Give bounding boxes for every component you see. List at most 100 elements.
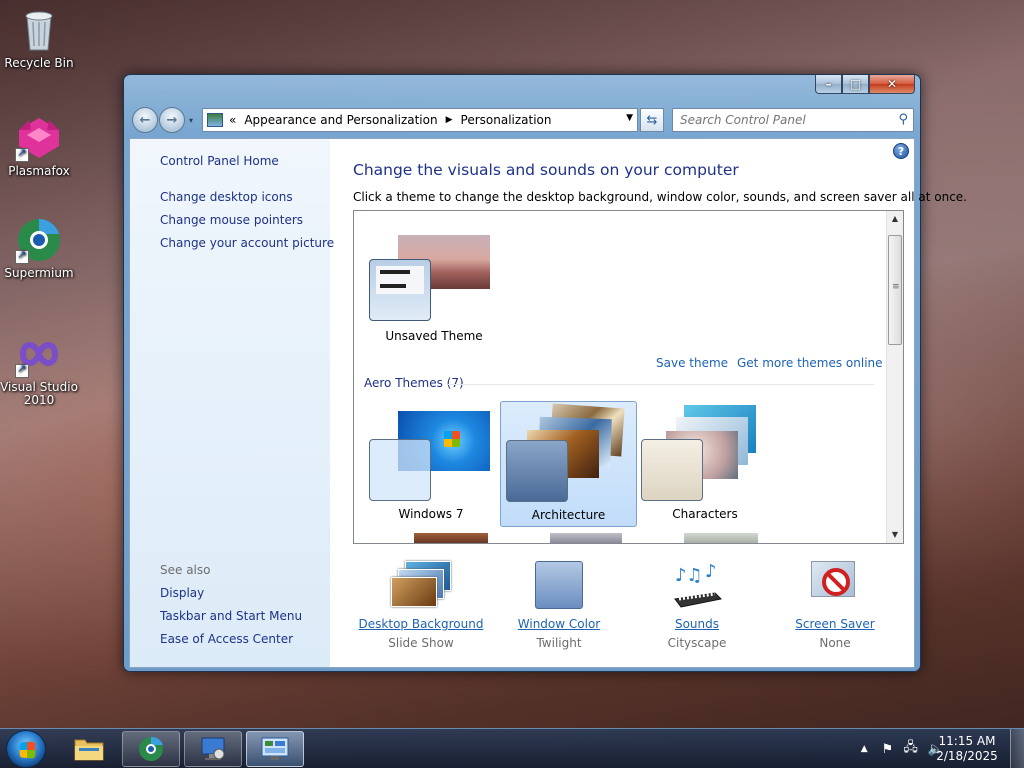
scroll-down-icon[interactable]: ▼ xyxy=(887,527,903,543)
breadcrumb-separator-icon[interactable]: ▶ xyxy=(446,115,453,125)
shortcut-arrow-icon xyxy=(15,362,29,378)
content-area: Control Panel Home Change desktop icons … xyxy=(129,138,967,668)
minimize-button[interactable]: – xyxy=(815,75,842,94)
change-mouse-pointers-link[interactable]: Change mouse pointers xyxy=(160,213,303,227)
theme-list: Unsaved Theme Save theme Get more themes… xyxy=(353,210,904,544)
sounds-item[interactable]: ♪♫ ♪ Sounds Cityscape xyxy=(627,559,767,650)
theme-thumbnail-partial[interactable] xyxy=(414,533,488,543)
desktop-icon-visual-studio[interactable]: Visual Studio 2010 xyxy=(0,330,78,407)
screen-saver-icon xyxy=(805,559,865,611)
network-icon[interactable]: 🖧 xyxy=(903,738,918,760)
ease-of-access-link[interactable]: Ease of Access Center xyxy=(160,632,293,646)
action-center-flag-icon[interactable]: ⚑ xyxy=(882,742,894,757)
forward-arrow-icon: → xyxy=(166,112,178,128)
desktop-icon-supermium[interactable]: Supermium xyxy=(0,216,78,280)
forward-button[interactable]: → xyxy=(159,107,185,133)
show-hidden-icons-icon[interactable]: ▲ xyxy=(861,744,868,754)
control-panel-icon xyxy=(207,113,223,127)
system-clock[interactable]: 11:15 AM 2/18/2025 xyxy=(932,734,1002,764)
theme-windows-7[interactable]: Windows 7 xyxy=(364,403,498,525)
refresh-button[interactable]: ⇆ xyxy=(640,108,664,132)
window-color-swatch xyxy=(369,439,431,501)
taskbar-explorer-button[interactable] xyxy=(66,731,112,767)
back-button[interactable]: ← xyxy=(132,107,158,133)
theme-name: Characters xyxy=(672,507,738,521)
desktop-icon-plasmafox[interactable]: Plasmafox xyxy=(0,114,78,178)
address-bar[interactable]: « Appearance and Personalization ▶ Perso… xyxy=(202,108,638,132)
window-color-swatch xyxy=(369,259,431,321)
screen-saver-item[interactable]: Screen Saver None xyxy=(765,559,905,650)
change-account-picture-link[interactable]: Change your account picture xyxy=(160,236,334,250)
svg-text:♪: ♪ xyxy=(705,561,717,582)
window-color-item[interactable]: Window Color Twilight xyxy=(489,559,629,650)
vertical-scrollbar[interactable]: ▲ ▼ xyxy=(886,211,903,543)
desktop-icon-label: Recycle Bin xyxy=(4,56,74,70)
theme-thumbnail-partial[interactable] xyxy=(684,533,758,543)
taskbar-supermium-button[interactable] xyxy=(122,731,180,767)
maximize-button[interactable]: □ xyxy=(842,75,869,94)
desktop-background-value: Slide Show xyxy=(388,636,454,650)
desktop-icon-label: Supermium xyxy=(4,266,74,280)
window-color-link[interactable]: Window Color xyxy=(489,617,629,631)
control-panel-home-link[interactable]: Control Panel Home xyxy=(160,154,279,168)
close-button[interactable]: ✕ xyxy=(869,75,915,94)
close-icon: ✕ xyxy=(886,77,898,91)
control-panel-icon xyxy=(261,737,289,760)
window-color-value: Twilight xyxy=(536,636,582,650)
address-dropdown-icon[interactable]: ▼ xyxy=(626,113,633,123)
shortcut-arrow-icon xyxy=(15,248,29,264)
visual-studio-icon xyxy=(15,330,63,378)
svg-text:♪♫: ♪♫ xyxy=(675,565,703,586)
search-box[interactable]: ⚲ xyxy=(672,108,914,132)
breadcrumb-personalization[interactable]: Personalization xyxy=(461,113,552,127)
back-arrow-icon: ← xyxy=(139,112,151,128)
desktop-background-item[interactable]: Desktop Background Slide Show xyxy=(351,559,491,650)
taskbar-remote-desktop-button[interactable] xyxy=(184,731,242,767)
show-desktop-button[interactable] xyxy=(1010,729,1024,768)
maximize-icon: □ xyxy=(849,77,862,91)
help-icon[interactable]: ? xyxy=(893,143,909,159)
taskbar-control-panel-button[interactable] xyxy=(246,731,304,767)
desktop-icon-recycle-bin[interactable]: Recycle Bin xyxy=(0,6,78,70)
desktop-icon-label: Plasmafox xyxy=(8,164,70,178)
theme-characters[interactable]: Characters xyxy=(638,403,772,525)
shortcut-arrow-icon xyxy=(15,146,29,162)
recycle-bin-icon xyxy=(15,6,63,54)
recent-pages-dropdown[interactable]: ▾ xyxy=(189,116,193,125)
display-link[interactable]: Display xyxy=(160,586,204,600)
scroll-up-icon[interactable]: ▲ xyxy=(887,211,903,227)
desktop-icon-label: Visual Studio 2010 xyxy=(0,380,78,407)
taskbar-start-menu-link[interactable]: Taskbar and Start Menu xyxy=(160,609,302,623)
minimize-icon: – xyxy=(825,77,832,91)
breadcrumb-appearance[interactable]: Appearance and Personalization xyxy=(244,113,437,127)
caption-buttons: – □ ✕ xyxy=(815,75,915,94)
refresh-icon: ⇆ xyxy=(646,112,658,128)
search-input[interactable] xyxy=(680,113,880,127)
clock-time: 11:15 AM xyxy=(938,734,996,748)
theme-unsaved[interactable]: Unsaved Theme xyxy=(364,231,504,351)
sounds-link[interactable]: Sounds xyxy=(627,617,767,631)
personalization-window: – □ ✕ ← → ▾ « Appearance and Personaliza… xyxy=(123,74,967,672)
supermium-icon xyxy=(15,216,63,264)
window-color-swatch xyxy=(641,439,703,501)
window-color-icon xyxy=(529,559,589,611)
start-button[interactable] xyxy=(6,730,46,768)
desktop-background-link[interactable]: Desktop Background xyxy=(351,617,491,631)
scrollbar-thumb[interactable] xyxy=(888,235,902,345)
theme-name: Windows 7 xyxy=(398,507,464,521)
change-desktop-icons-link[interactable]: Change desktop icons xyxy=(160,190,293,204)
theme-name: Architecture xyxy=(531,508,606,522)
screen-saver-link[interactable]: Screen Saver xyxy=(765,617,905,631)
plasmafox-icon xyxy=(15,114,63,162)
get-more-themes-link[interactable]: Get more themes online xyxy=(737,356,883,370)
theme-architecture[interactable]: Architecture xyxy=(500,401,637,527)
taskbar: ▲ ⚑ 🖧 🔈 11:15 AM 2/18/2025 xyxy=(0,728,1024,768)
search-icon[interactable]: ⚲ xyxy=(898,112,908,127)
address-overflow[interactable]: « xyxy=(229,113,236,127)
see-also-heading: See also xyxy=(160,563,211,577)
save-theme-link[interactable]: Save theme xyxy=(656,356,728,370)
theme-name: Unsaved Theme xyxy=(385,329,483,343)
folder-icon xyxy=(74,739,104,761)
theme-thumbnail-partial[interactable] xyxy=(550,533,622,543)
page-description: Click a theme to change the desktop back… xyxy=(353,190,967,204)
